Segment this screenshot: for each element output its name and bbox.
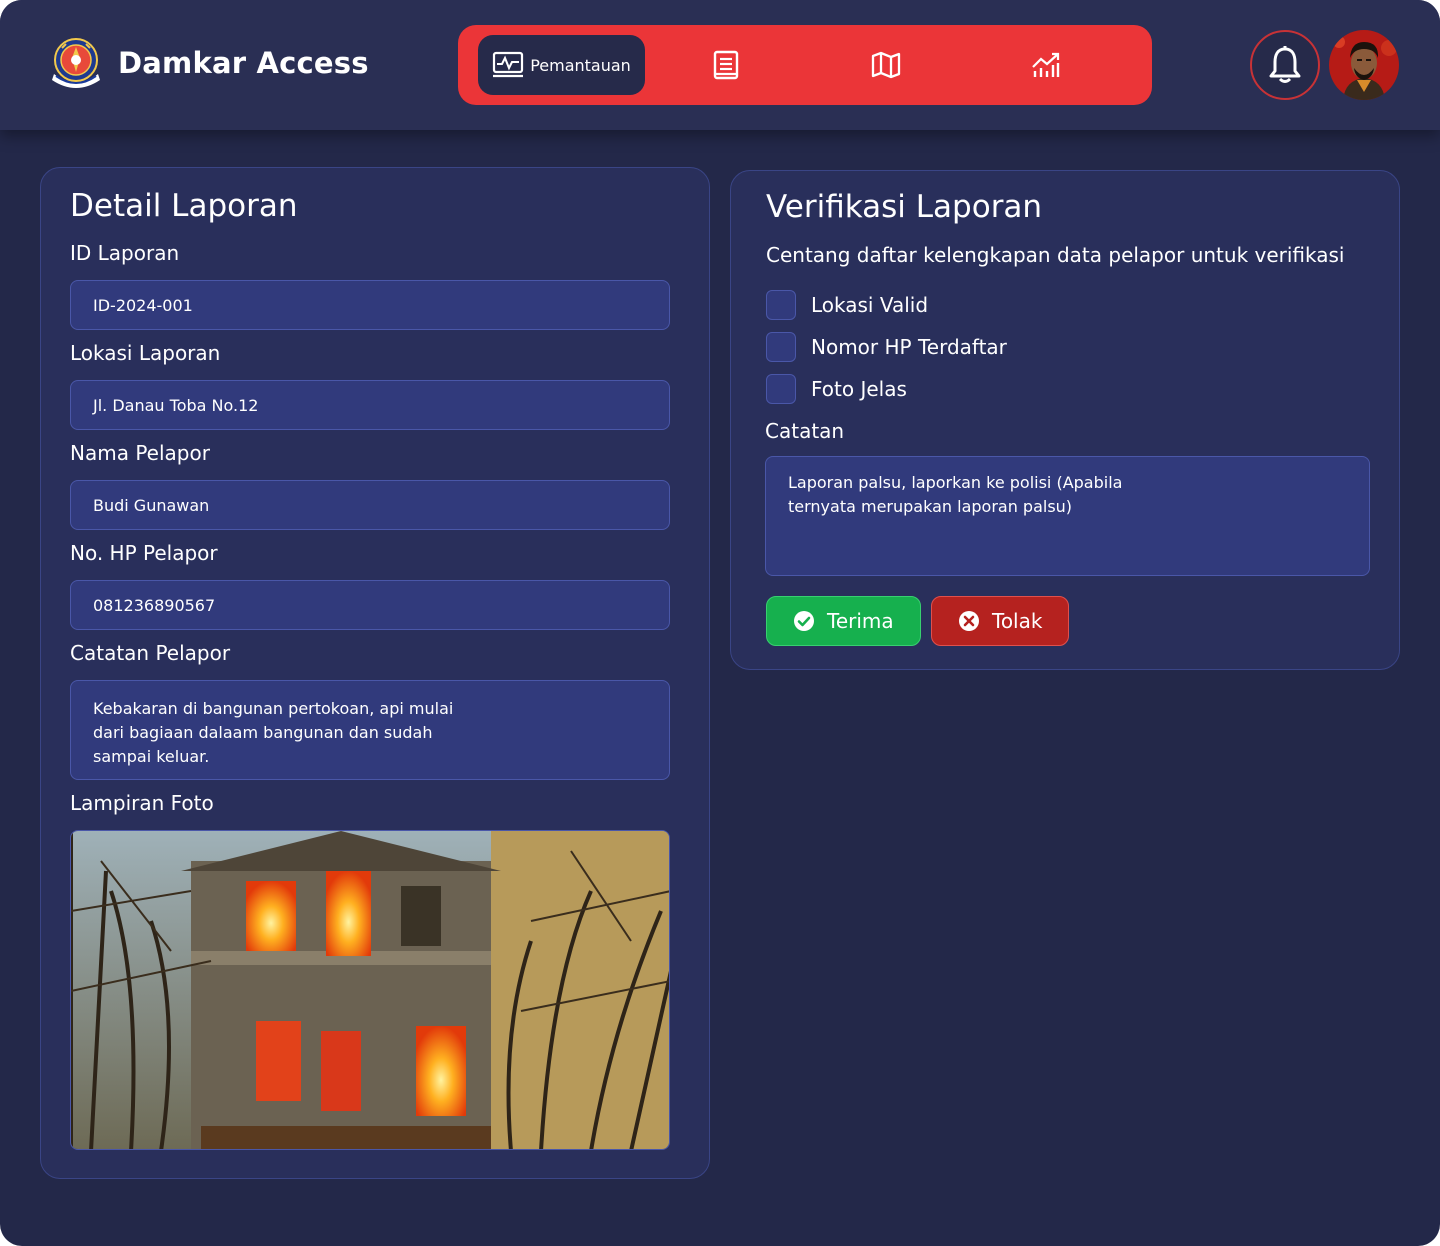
accept-button-label: Terima [827, 609, 894, 633]
tab-analytics[interactable] [1016, 35, 1076, 95]
report-location-field[interactable]: Jl. Danau Toba No.12 [70, 380, 670, 430]
accept-button[interactable]: Terima [766, 596, 921, 646]
reporter-note-label: Catatan Pelapor [70, 641, 231, 665]
analytics-chart-icon [1032, 52, 1060, 77]
check-lokasi-valid-label: Lokasi Valid [811, 293, 929, 317]
check-circle-icon [794, 611, 814, 631]
check-foto-jelas-label: Foto Jelas [811, 377, 907, 401]
reject-button[interactable]: Tolak [931, 596, 1069, 646]
check-foto-jelas[interactable]: Foto Jelas [766, 374, 907, 404]
tab-pemantauan-label: Pemantauan [530, 55, 631, 75]
checkbox-foto-jelas[interactable] [766, 374, 796, 404]
app-window: Damkar Access Pemantauan Detail Laporan … [0, 0, 1440, 1246]
verification-subtitle: Centang daftar kelengkapan data pelapor … [766, 243, 1345, 267]
verification-card: Verifikasi Laporan Centang daftar keleng… [730, 170, 1400, 670]
reporter-note-field[interactable]: Kebakaran di bangunan pertokoan, api mul… [70, 680, 670, 780]
verification-title: Verifikasi Laporan [766, 189, 1043, 225]
reporter-phone-field[interactable]: 081236890567 [70, 580, 670, 630]
close-circle-icon [959, 611, 979, 631]
reporter-name-field[interactable]: Budi Gunawan [70, 480, 670, 530]
map-icon [871, 51, 901, 79]
reporter-name-label: Nama Pelapor [70, 441, 210, 465]
check-nomor-hp-label: Nomor HP Terdaftar [811, 335, 1007, 359]
tab-map[interactable] [856, 35, 916, 95]
reporter-phone-label: No. HP Pelapor [70, 541, 218, 565]
fire-photo-attachment[interactable] [70, 830, 670, 1150]
check-nomor-hp[interactable]: Nomor HP Terdaftar [766, 332, 1007, 362]
report-document-icon [713, 50, 739, 80]
photo-attachment-label: Lampiran Foto [70, 791, 214, 815]
checkbox-nomor-hp[interactable] [766, 332, 796, 362]
tab-reports[interactable] [696, 35, 756, 95]
reject-button-label: Tolak [992, 609, 1043, 633]
main-nav: Pemantauan [458, 25, 1152, 105]
check-lokasi-valid[interactable]: Lokasi Valid [766, 290, 928, 320]
damkar-logo-icon [46, 34, 106, 94]
report-location-label: Lokasi Laporan [70, 341, 221, 365]
user-avatar[interactable] [1329, 30, 1399, 100]
notes-textarea[interactable]: Laporan palsu, laporkan ke polisi (Apabi… [765, 456, 1370, 576]
top-header: Damkar Access Pemantauan [0, 0, 1440, 130]
notification-button[interactable] [1250, 30, 1320, 100]
app-title: Damkar Access [118, 46, 369, 80]
monitor-activity-icon [493, 51, 524, 78]
tab-pemantauan[interactable]: Pemantauan [478, 35, 645, 95]
report-id-field[interactable]: ID-2024-001 [70, 280, 670, 330]
report-detail-card: Detail Laporan ID Laporan ID-2024-001 Lo… [40, 167, 710, 1179]
report-id-label: ID Laporan [70, 241, 180, 265]
notes-label: Catatan [765, 419, 845, 443]
checkbox-lokasi-valid[interactable] [766, 290, 796, 320]
report-detail-title: Detail Laporan [70, 188, 298, 224]
bell-icon [1269, 46, 1301, 83]
